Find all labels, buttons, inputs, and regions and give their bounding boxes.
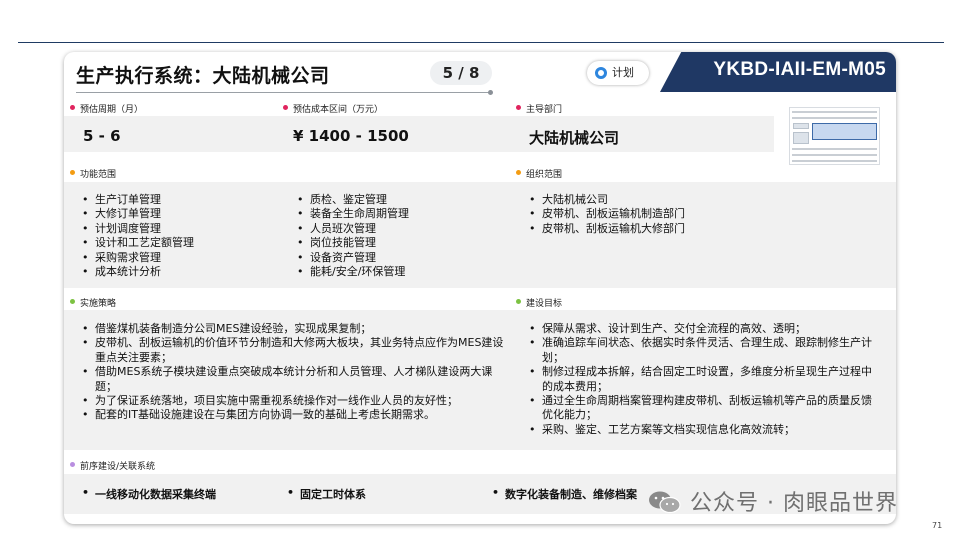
title-underline xyxy=(76,92,492,93)
list-item: 生产订单管理 xyxy=(80,193,194,208)
page-indicator[interactable]: 5 / 8 xyxy=(430,61,492,85)
list-item: 设计和工艺定额管理 xyxy=(80,236,194,251)
project-code-badge: YKBD-IAII-EM-M05 xyxy=(660,52,896,92)
list-item: 配套的IT基础设施建设在与集团方向协调一致的基础上考虑长期需求。 xyxy=(80,408,510,423)
list-item: 准确追踪车间状态、依据实时条件灵活、合理生成、跟踪制修生产计划； xyxy=(527,336,879,365)
strategy-label: 实施策略 xyxy=(70,296,116,309)
scope-label: 功能范围 xyxy=(70,167,116,180)
list-item: 采购、鉴定、工艺方案等文档实现信息化高效流转； xyxy=(527,423,879,438)
list-item: 借鉴煤机装备制造分公司MES建设经验，实现成果复制； xyxy=(80,322,510,337)
list-item: 设备资产管理 xyxy=(295,251,409,266)
list-item: 通过全生命周期档案管理构建皮带机、刮板运输机等产品的质量反馈优化能力； xyxy=(527,394,879,423)
list-item: 装备全生命周期管理 xyxy=(295,207,409,222)
strategy-list: 借鉴煤机装备制造分公司MES建设经验，实现成果复制； 皮带机、刮板运输机的价值环… xyxy=(80,322,510,423)
list-item: 质检、鉴定管理 xyxy=(295,193,409,208)
status-label: 计划 xyxy=(612,66,634,79)
project-code: YKBD-IAII-EM-M05 xyxy=(713,59,886,80)
list-item: 人员班次管理 xyxy=(295,222,409,237)
list-item: 皮带机、刮板运输机制造部门 xyxy=(527,207,685,222)
screen-thumbnail-image xyxy=(789,107,880,165)
list-item: 能耗/安全/环保管理 xyxy=(295,265,409,280)
list-item: 皮带机、刮板运输机大修部门 xyxy=(527,222,685,237)
list-item: 保障从需求、设计到生产、交付全流程的高效、透明； xyxy=(527,322,879,337)
list-item: 大修订单管理 xyxy=(80,207,194,222)
cost-value: ¥ 1400 - 1500 xyxy=(293,127,409,145)
scope-list-1: 生产订单管理 大修订单管理 计划调度管理 设计和工艺定额管理 采购需求管理 成本… xyxy=(80,193,194,280)
list-item: 大陆机械公司 xyxy=(527,193,685,208)
page-number: 71 xyxy=(932,521,943,530)
list-item: 计划调度管理 xyxy=(80,222,194,237)
list-item: 制修过程成本拆解，结合固定工时设置，多维度分析呈现生产过程中的成本费用； xyxy=(527,365,879,394)
watermark: 公众号 · 肉眼品世界 xyxy=(690,491,898,516)
page-title: 生产执行系统：大陆机械公司 xyxy=(76,65,330,87)
department-value: 大陆机械公司 xyxy=(529,129,620,147)
goals-label: 建设目标 xyxy=(516,296,562,309)
related-item: 数字化装备制造、维修档案 xyxy=(490,486,637,502)
status-badge[interactable]: 计划 xyxy=(587,61,649,85)
period-value: 5 - 6 xyxy=(83,127,121,145)
org-label: 组织范围 xyxy=(516,167,562,180)
wechat-icon xyxy=(649,491,681,514)
org-list: 大陆机械公司 皮带机、刮板运输机制造部门 皮带机、刮板运输机大修部门 xyxy=(527,193,685,237)
radio-icon xyxy=(595,67,607,79)
cost-label: 预估成本区间（万元） xyxy=(283,102,383,115)
list-item: 皮带机、刮板运输机的价值环节分制造和大修两大板块，其业务特点应作为MES建设重点… xyxy=(80,336,510,365)
period-label: 预估周期（月） xyxy=(70,102,143,115)
list-item: 采购需求管理 xyxy=(80,251,194,266)
department-label: 主导部门 xyxy=(516,102,562,115)
values-band xyxy=(64,116,774,152)
title-underline-dot xyxy=(488,90,493,95)
related-item: 固定工时体系 xyxy=(285,486,366,502)
list-item: 成本统计分析 xyxy=(80,265,194,280)
top-divider xyxy=(18,42,944,43)
list-item: 借助MES系统子模块建设重点突破成本统计分析和人员管理、人才梯队建设两大课题； xyxy=(80,365,510,394)
list-item: 岗位技能管理 xyxy=(295,236,409,251)
goals-list: 保障从需求、设计到生产、交付全流程的高效、透明； 准确追踪车间状态、依据实时条件… xyxy=(527,322,879,438)
related-item: 一线移动化数据采集终端 xyxy=(80,486,216,502)
related-label: 前序建设/关联系统 xyxy=(70,459,155,472)
scope-list-2: 质检、鉴定管理 装备全生命周期管理 人员班次管理 岗位技能管理 设备资产管理 能… xyxy=(295,193,409,280)
project-card: 生产执行系统：大陆机械公司 5 / 8 计划 YKBD-IAII-EM-M05 … xyxy=(64,52,896,524)
list-item: 为了保证系统落地，项目实施中需重视系统操作对一线作业人员的友好性； xyxy=(80,394,510,409)
